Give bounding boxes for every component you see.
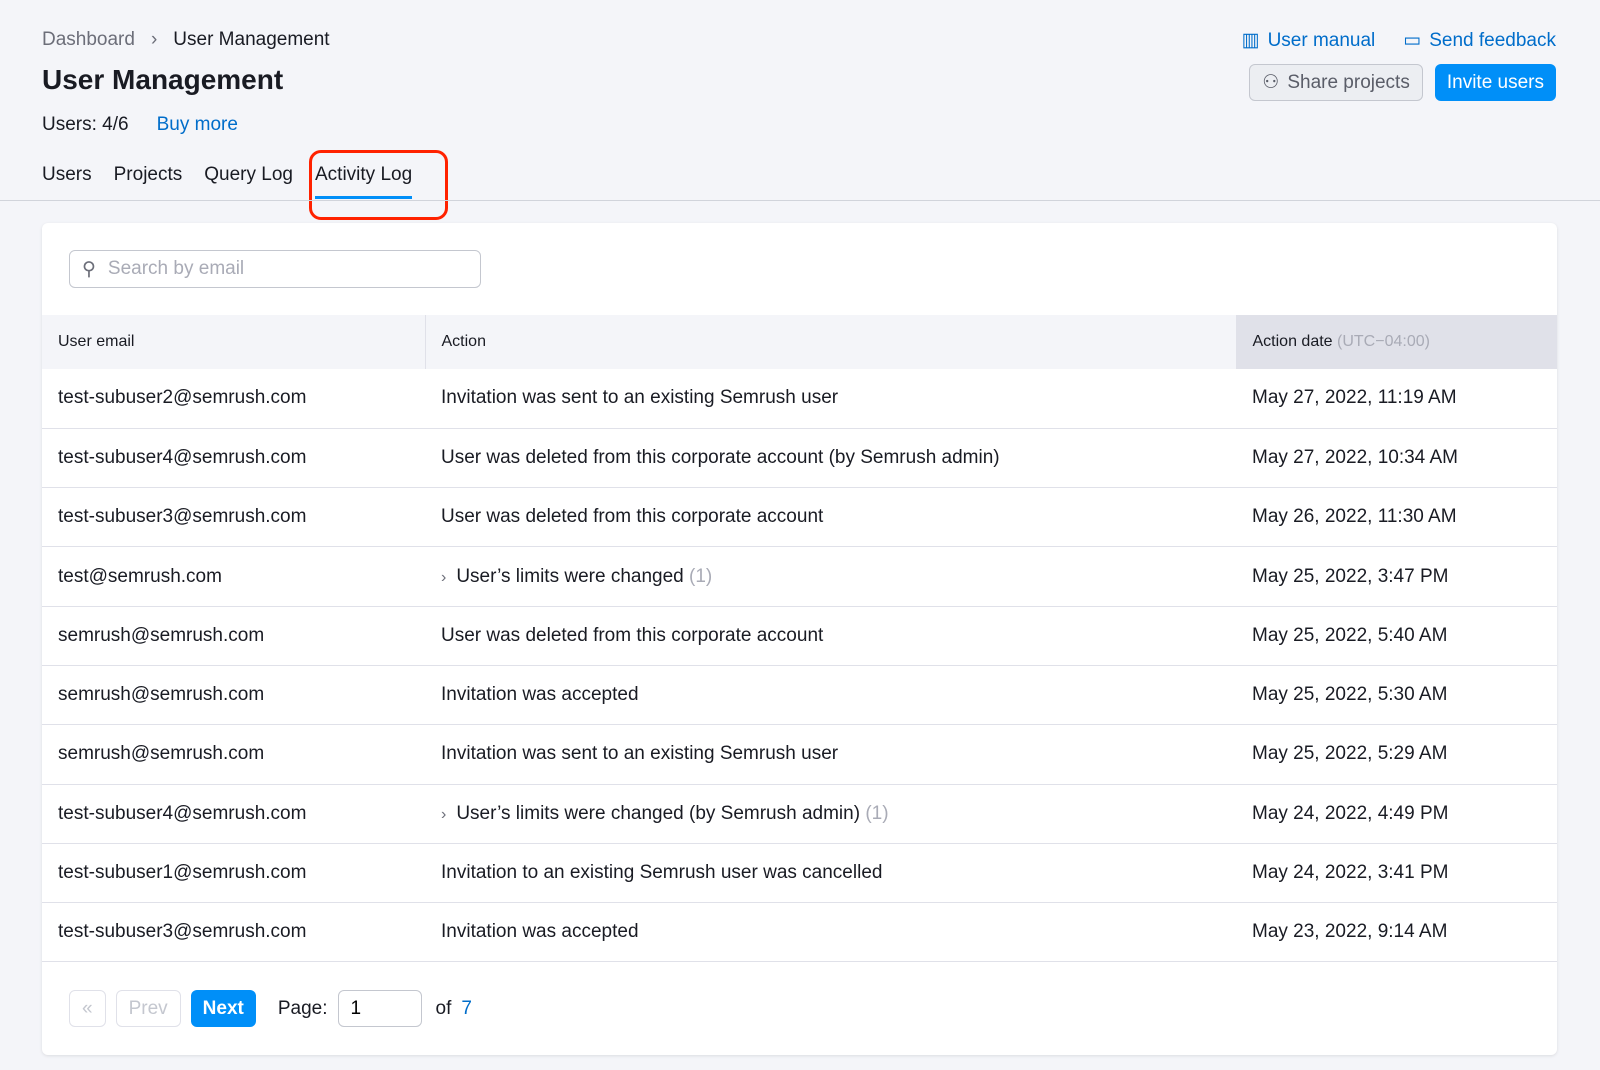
action-cell[interactable]: › User’s limits were changed (by Semrush … bbox=[425, 784, 1236, 844]
action-date: May 24, 2022, 3:41 PM bbox=[1236, 843, 1557, 904]
tab-divider bbox=[0, 200, 1600, 201]
table-row: semrush@semrush.com Invitation was accep… bbox=[42, 665, 1557, 726]
activity-table: User email Action Action date (UTC−04:00… bbox=[42, 315, 1557, 963]
user-email: test@semrush.com bbox=[42, 546, 425, 607]
tab-projects[interactable]: Projects bbox=[114, 164, 183, 199]
date-label: Action date bbox=[1252, 333, 1333, 350]
page-label: Page: bbox=[277, 997, 328, 1019]
action-cell: User was deleted from this corporate acc… bbox=[425, 606, 1236, 666]
action-date: May 27, 2022, 10:34 AM bbox=[1236, 428, 1557, 489]
user-email: semrush@semrush.com bbox=[42, 724, 425, 785]
user-email: test-subuser1@semrush.com bbox=[42, 843, 425, 904]
next-button[interactable]: Next bbox=[190, 990, 256, 1027]
action-text: Invitation to an existing Semrush user w… bbox=[441, 862, 883, 884]
page-title: User Management bbox=[42, 64, 284, 95]
buy-more-link[interactable]: Buy more bbox=[157, 114, 238, 136]
breadcrumb-dashboard[interactable]: Dashboard bbox=[42, 29, 135, 51]
action-date: May 23, 2022, 9:14 AM bbox=[1236, 902, 1557, 963]
action-date: May 24, 2022, 4:49 PM bbox=[1236, 784, 1557, 844]
user-manual-link[interactable]: ▥ User manual bbox=[1242, 29, 1376, 52]
user-email: test-subuser2@semrush.com bbox=[42, 369, 425, 429]
column-user-email: User email bbox=[42, 315, 426, 369]
chat-icon: ▭ bbox=[1403, 30, 1422, 51]
action-text: User was deleted from this corporate acc… bbox=[441, 506, 824, 528]
table-row: test-subuser2@semrush.com Invitation was… bbox=[42, 369, 1557, 429]
book-icon: ▥ bbox=[1241, 30, 1260, 51]
user-email: test-subuser3@semrush.com bbox=[42, 487, 425, 548]
user-email: test-subuser4@semrush.com bbox=[42, 784, 425, 844]
action-date: May 25, 2022, 5:29 AM bbox=[1236, 724, 1557, 785]
action-cell: Invitation was accepted bbox=[425, 902, 1236, 963]
table-row: test-subuser4@semrush.com User was delet… bbox=[42, 428, 1557, 489]
table-row: semrush@semrush.com Invitation was sent … bbox=[42, 724, 1557, 785]
action-date: May 25, 2022, 5:40 AM bbox=[1236, 606, 1557, 666]
highlight-annotation bbox=[309, 150, 448, 220]
table-row: test-subuser3@semrush.com User was delet… bbox=[42, 487, 1557, 548]
activity-log-card: ⚲ Search by email User email Action Acti… bbox=[42, 223, 1557, 1055]
action-text: User was deleted from this corporate acc… bbox=[441, 446, 1000, 468]
action-text: User’s limits were changed bbox=[456, 565, 684, 587]
action-date: May 25, 2022, 3:47 PM bbox=[1236, 546, 1557, 607]
prev-button[interactable]: Prev bbox=[115, 990, 181, 1027]
share-label: Share projects bbox=[1287, 71, 1410, 93]
of-label: of bbox=[435, 997, 452, 1019]
users-icon: ⚇ bbox=[1262, 72, 1280, 93]
breadcrumb: Dashboard › User Management bbox=[42, 29, 330, 51]
table-row: test-subuser4@semrush.com › User’s limits… bbox=[42, 784, 1557, 844]
send-feedback-link[interactable]: ▭ Send feedback bbox=[1403, 29, 1556, 52]
users-count: Users: 4/6 bbox=[42, 114, 129, 135]
table-row: test-subuser3@semrush.com Invitation was… bbox=[42, 902, 1557, 963]
change-count: (1) bbox=[689, 565, 713, 587]
user-email: test-subuser4@semrush.com bbox=[42, 428, 425, 489]
share-projects-button[interactable]: ⚇ Share projects bbox=[1249, 64, 1423, 101]
action-text: Invitation was sent to an existing Semru… bbox=[441, 387, 839, 409]
action-cell: Invitation to an existing Semrush user w… bbox=[425, 843, 1236, 904]
table-row: test-subuser1@semrush.com Invitation to … bbox=[42, 843, 1557, 904]
action-date: May 26, 2022, 11:30 AM bbox=[1236, 487, 1557, 548]
action-text: Invitation was sent to an existing Semru… bbox=[441, 743, 839, 765]
action-date: May 27, 2022, 11:19 AM bbox=[1236, 369, 1557, 429]
action-cell: Invitation was sent to an existing Semru… bbox=[425, 724, 1236, 785]
action-cell: Invitation was accepted bbox=[425, 665, 1236, 726]
first-page-button[interactable]: « bbox=[69, 990, 106, 1027]
action-text: User was deleted from this corporate acc… bbox=[441, 624, 824, 646]
action-cell: User was deleted from this corporate acc… bbox=[425, 487, 1236, 548]
user-manual-label: User manual bbox=[1267, 29, 1376, 51]
column-action-date[interactable]: Action date (UTC−04:00) bbox=[1236, 315, 1557, 369]
tab-query-log[interactable]: Query Log bbox=[204, 164, 293, 199]
timezone-label: (UTC−04:00) bbox=[1337, 333, 1430, 350]
change-count: (1) bbox=[865, 802, 889, 824]
user-email: semrush@semrush.com bbox=[42, 665, 425, 726]
user-email: test-subuser3@semrush.com bbox=[42, 902, 425, 963]
chevron-right-icon: › bbox=[150, 29, 158, 50]
action-text: User’s limits were changed (by Semrush a… bbox=[456, 802, 861, 824]
action-cell: User was deleted from this corporate acc… bbox=[425, 428, 1236, 489]
page-input[interactable] bbox=[337, 990, 422, 1027]
action-text: Invitation was accepted bbox=[441, 921, 639, 943]
table-row: test@semrush.com › User’s limits were cha… bbox=[42, 546, 1557, 607]
invite-users-button[interactable]: Invite users bbox=[1434, 64, 1556, 101]
action-date: May 25, 2022, 5:30 AM bbox=[1236, 665, 1557, 726]
table-row: semrush@semrush.com User was deleted fro… bbox=[42, 606, 1557, 666]
search-input[interactable]: ⚲ Search by email bbox=[69, 250, 481, 288]
pagination: « Prev Next Page: of 7 bbox=[69, 990, 472, 1027]
search-icon: ⚲ bbox=[82, 258, 96, 280]
send-feedback-label: Send feedback bbox=[1429, 29, 1556, 51]
tab-users[interactable]: Users bbox=[42, 164, 92, 199]
action-cell: Invitation was sent to an existing Semru… bbox=[425, 369, 1236, 429]
total-pages-link[interactable]: 7 bbox=[461, 998, 472, 1020]
action-cell[interactable]: › User’s limits were changed (1) bbox=[425, 546, 1236, 607]
action-text: Invitation was accepted bbox=[441, 684, 639, 706]
column-action: Action bbox=[425, 315, 1237, 369]
chevron-right-icon[interactable]: › bbox=[441, 569, 446, 586]
breadcrumb-current: User Management bbox=[173, 29, 330, 50]
chevron-right-icon[interactable]: › bbox=[441, 806, 446, 823]
user-email: semrush@semrush.com bbox=[42, 606, 425, 666]
search-placeholder: Search by email bbox=[107, 258, 245, 279]
